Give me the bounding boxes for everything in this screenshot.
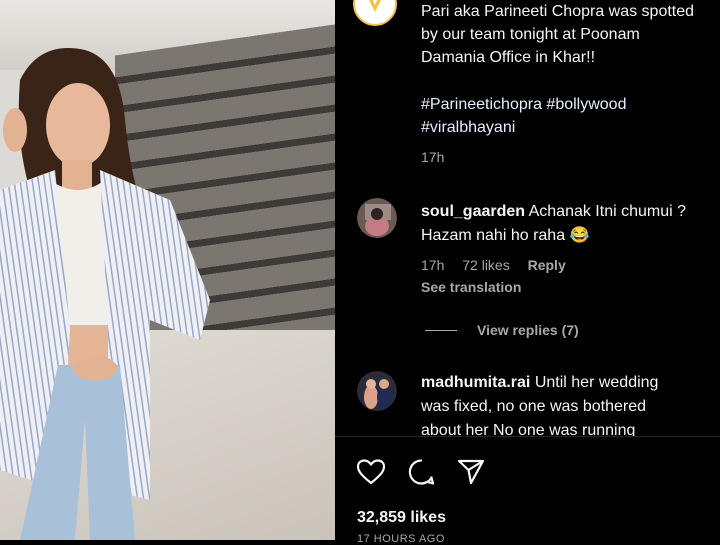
- post-actions: [355, 456, 487, 488]
- post-age: 17 HOURS AGO: [357, 533, 445, 545]
- comment-body: was fixed, no one was bothered: [421, 398, 647, 415]
- post-photo[interactable]: [0, 0, 335, 540]
- comment-time[interactable]: 17h: [421, 257, 444, 273]
- logo-icon[interactable]: [353, 0, 397, 26]
- comment-username[interactable]: madhumita.rai: [421, 374, 530, 391]
- avatar-image: [357, 371, 397, 411]
- actions-divider: [335, 436, 720, 437]
- post-side-panel: Pari aka Parineeti Chopra was spotted by…: [335, 0, 720, 545]
- caption-line: Damania Office in Khar!!: [421, 49, 596, 66]
- comment-body: Achanak Itni chumui ?: [528, 203, 687, 220]
- heart-icon[interactable]: [355, 456, 387, 488]
- comments-scroll-area[interactable]: Pari aka Parineeti Chopra was spotted by…: [335, 0, 720, 436]
- view-replies-label: View replies (7): [477, 322, 579, 338]
- comment-icon[interactable]: [405, 456, 437, 488]
- comment-username[interactable]: soul_gaarden: [421, 203, 525, 220]
- comment-avatar[interactable]: [357, 371, 397, 411]
- photo-person: [0, 48, 210, 540]
- reply-button[interactable]: Reply: [528, 257, 566, 273]
- post-hashtags: #Parineetichopra #bollywood #viralbhayan…: [421, 93, 626, 139]
- hashtag-line[interactable]: #viralbhayani: [421, 116, 626, 139]
- avatar-image: [357, 198, 397, 238]
- share-icon[interactable]: [455, 456, 487, 488]
- post-time[interactable]: 17h: [421, 149, 444, 165]
- comment-body: Hazam nahi ho raha 😂: [421, 227, 590, 244]
- view-replies-button[interactable]: View replies (7): [425, 322, 579, 338]
- post-caption: Pari aka Parineeti Chopra was spotted by…: [421, 0, 716, 69]
- comment-likes[interactable]: 72 likes: [462, 257, 509, 273]
- comment-meta: 17h 72 likes Reply: [421, 257, 580, 273]
- logo-v-icon: [369, 0, 381, 12]
- replies-dash: [425, 329, 457, 331]
- instagram-post-view: Pari aka Parineeti Chopra was spotted by…: [0, 0, 720, 545]
- comment-body: Until her wedding: [534, 374, 659, 391]
- hashtag-line[interactable]: #Parineetichopra #bollywood: [421, 93, 626, 116]
- caption-line: Pari aka Parineeti Chopra was spotted: [421, 3, 695, 20]
- see-translation-link[interactable]: See translation: [421, 279, 521, 295]
- caption-line: by our team tonight at Poonam: [421, 26, 640, 43]
- likes-count[interactable]: 32,859 likes: [357, 509, 446, 527]
- comment-text: madhumita.rai Until her wedding was fixe…: [421, 371, 658, 436]
- comment-text: soul_gaarden Achanak Itni chumui ? Hazam…: [421, 200, 686, 248]
- comment-avatar[interactable]: [357, 198, 397, 238]
- comment-body: about her No one was running: [421, 422, 636, 436]
